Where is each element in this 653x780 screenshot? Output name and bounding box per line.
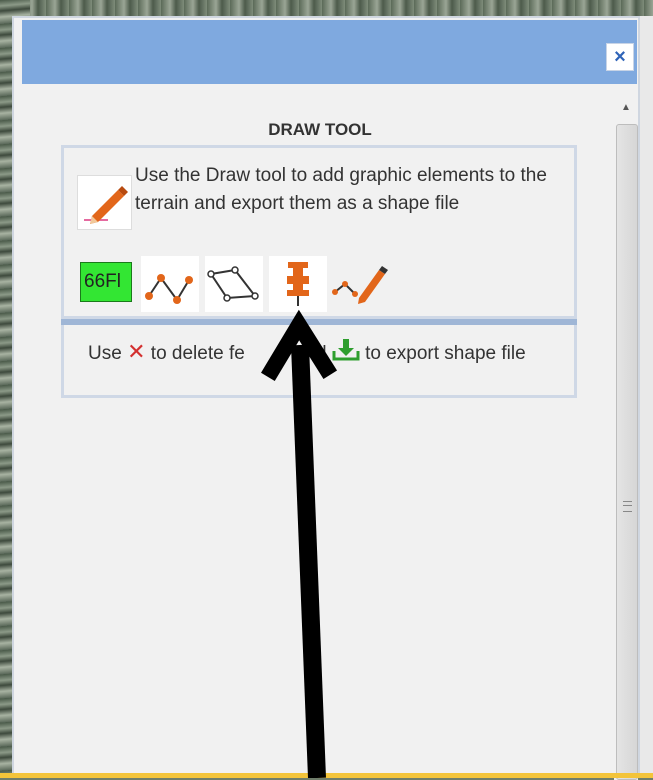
close-button[interactable]: ×	[606, 43, 634, 71]
help-prefix: Use	[88, 343, 122, 364]
draw-pencil-icon	[77, 175, 132, 230]
window-edge	[640, 16, 653, 778]
intro-text: Use the Draw tool to add graphic element…	[135, 165, 547, 214]
pin-icon	[287, 262, 309, 306]
freehand-tool-button[interactable]	[331, 256, 389, 312]
polyline-tool-button[interactable]	[141, 256, 199, 312]
polyline-icon	[145, 274, 193, 304]
freehand-pencil-icon	[332, 266, 388, 304]
help-middle: to delete fe	[150, 343, 245, 364]
scroll-thumb[interactable]	[616, 124, 638, 780]
point-tool-button[interactable]	[269, 256, 327, 312]
bottom-highlight-bar	[0, 773, 653, 778]
polygon-tool-button[interactable]	[205, 256, 263, 312]
panel-header: ×	[22, 20, 637, 84]
text-tool-button[interactable]: 66Fl	[80, 262, 132, 302]
help-suffix: to export shape file	[365, 343, 526, 364]
help-middle2: and	[294, 343, 327, 364]
delete-x-icon: ✕	[127, 339, 146, 364]
export-download-icon	[332, 339, 360, 361]
polygon-icon	[207, 266, 259, 302]
panel-title: DRAW TOOL	[268, 120, 372, 139]
scroll-up-arrow-icon[interactable]: ▲	[614, 98, 638, 118]
grip-icon	[623, 501, 632, 512]
map-background-top	[0, 0, 653, 16]
help-text: Use ✕ to delete fe and to export shape fi…	[88, 338, 558, 368]
vertical-scrollbar[interactable]: ▲	[614, 92, 638, 780]
